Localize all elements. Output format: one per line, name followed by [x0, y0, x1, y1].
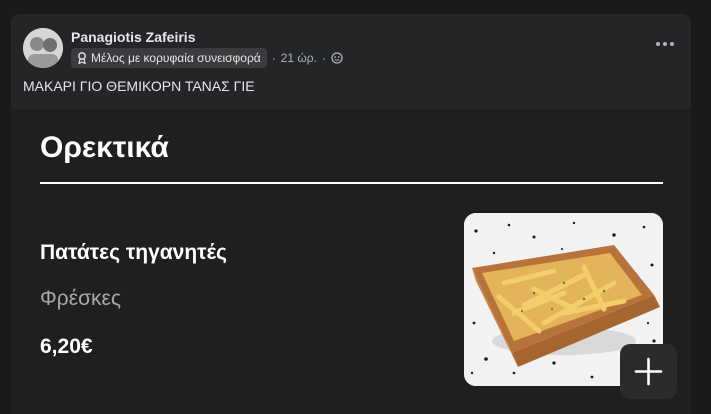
plus-icon — [634, 357, 663, 386]
meta-separator: · — [271, 51, 276, 65]
section-title: Ορεκτικά — [40, 131, 169, 164]
badge-icon — [78, 52, 86, 64]
globe-icon — [331, 52, 343, 64]
shared-menu-screenshot: Ορεκτικά Πατάτες τηγανητές Φρέσκες 6,20€ — [11, 109, 691, 414]
facebook-post: Panagiotis Zafeiris Μέλος με κορυφαία συ… — [11, 14, 691, 109]
more-options-icon[interactable] — [653, 32, 677, 56]
badge-label: Μέλος με κορυφαία συνεισφορά — [91, 51, 261, 65]
menu-item-description: Φρέσκες — [40, 287, 122, 310]
avatar[interactable] — [23, 28, 63, 68]
add-item-button[interactable] — [620, 344, 677, 399]
menu-item-name: Πατάτες τηγανητές — [40, 241, 227, 264]
post-timestamp[interactable]: 21 ώρ. — [281, 51, 317, 65]
meta-separator-2: · — [321, 51, 326, 65]
top-contributor-badge[interactable]: Μέλος με κορυφαία συνεισφορά — [71, 48, 267, 68]
post-text: ΜΑΚΑΡΙ ΓΙΟ ΘΕΜΙΚΟΡΝ ΤΑΝΑΣ ΓΙΕ — [23, 78, 255, 94]
post-meta: Μέλος με κορυφαία συνεισφορά · 21 ώρ. · — [71, 48, 343, 68]
post-author-name[interactable]: Panagiotis Zafeiris — [71, 29, 195, 45]
section-divider — [40, 182, 663, 184]
menu-item-price: 6,20€ — [40, 335, 93, 358]
